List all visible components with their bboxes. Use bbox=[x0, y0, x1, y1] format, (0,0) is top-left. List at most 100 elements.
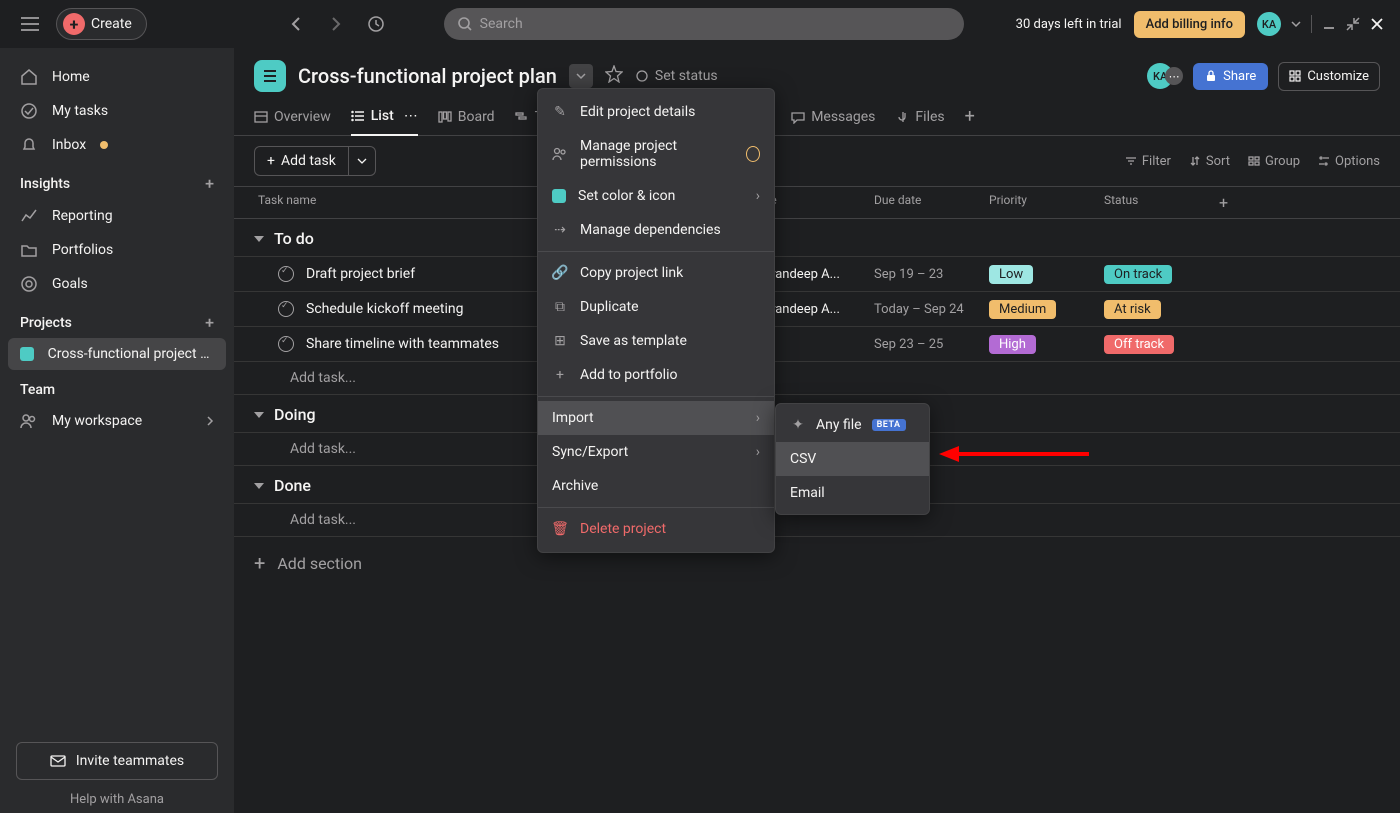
tab-files[interactable]: Files bbox=[895, 98, 944, 136]
submenu-email[interactable]: Email bbox=[776, 476, 929, 510]
task-priority[interactable]: Medium bbox=[989, 300, 1104, 319]
submenu-csv[interactable]: CSV bbox=[776, 442, 929, 476]
task-priority[interactable]: High bbox=[989, 335, 1104, 354]
nav-mytasks-label: My tasks bbox=[52, 103, 108, 119]
menu-delete[interactable]: 🗑Delete project bbox=[538, 512, 774, 546]
task-name: Schedule kickoff meeting bbox=[306, 301, 464, 317]
menu-permissions[interactable]: Manage project permissions bbox=[538, 129, 774, 179]
menu-color-icon[interactable]: Set color & icon› bbox=[538, 179, 774, 213]
tab-board[interactable]: Board bbox=[438, 98, 495, 136]
task-assignee[interactable]: arandeep A... bbox=[764, 267, 874, 282]
filter-button[interactable]: Filter bbox=[1125, 154, 1171, 169]
task-due[interactable]: Sep 19 – 23 bbox=[874, 267, 989, 282]
bell-icon bbox=[20, 136, 38, 154]
nav-forward[interactable] bbox=[320, 8, 352, 40]
col-status[interactable]: Status bbox=[1104, 193, 1219, 212]
nav-home[interactable]: Home bbox=[0, 60, 234, 94]
projects-header[interactable]: Projects + bbox=[0, 301, 234, 338]
task-assignee[interactable]: arandeep A... bbox=[764, 302, 874, 317]
import-submenu: ✦ Any file BETA CSV Email bbox=[775, 403, 930, 515]
share-button[interactable]: Share bbox=[1193, 63, 1268, 90]
col-due[interactable]: Due date bbox=[874, 193, 989, 212]
task-due[interactable]: Sep 23 – 25 bbox=[874, 337, 989, 352]
tab-overview[interactable]: Overview bbox=[254, 98, 331, 136]
task-priority[interactable]: Low bbox=[989, 265, 1104, 284]
group-button[interactable]: Group bbox=[1248, 154, 1300, 169]
add-task-button[interactable]: +Add task bbox=[254, 146, 349, 176]
collapse-icon[interactable] bbox=[1346, 17, 1360, 31]
sort-button[interactable]: Sort bbox=[1189, 154, 1230, 169]
nav-reporting[interactable]: Reporting bbox=[0, 199, 234, 233]
submenu-any-file[interactable]: ✦ Any file BETA bbox=[776, 408, 929, 442]
task-status[interactable]: Off track bbox=[1104, 335, 1219, 354]
task-status[interactable]: On track bbox=[1104, 265, 1219, 284]
add-section-button[interactable]: + Add section bbox=[234, 537, 1400, 589]
menu-edit-details[interactable]: ✎Edit project details bbox=[538, 95, 774, 129]
add-insight-button[interactable]: + bbox=[205, 174, 214, 193]
project-dropdown-toggle[interactable] bbox=[569, 64, 593, 88]
task-row[interactable]: Share timeline with teammates Sep 23 – 2… bbox=[234, 326, 1400, 361]
user-avatar[interactable]: KA bbox=[1257, 12, 1281, 36]
col-priority[interactable]: Priority bbox=[989, 193, 1104, 212]
invite-button[interactable]: Invite teammates bbox=[16, 742, 218, 780]
add-project-button[interactable]: + bbox=[205, 313, 214, 332]
chart-icon bbox=[20, 207, 38, 225]
menu-dependencies[interactable]: ⇢Manage dependencies bbox=[538, 213, 774, 247]
star-icon[interactable] bbox=[605, 65, 623, 87]
lock-icon bbox=[1205, 70, 1217, 82]
close-icon[interactable] bbox=[1370, 17, 1384, 31]
menu-toggle[interactable] bbox=[16, 10, 44, 38]
project-item[interactable]: Cross-functional project p... bbox=[8, 338, 226, 370]
complete-checkbox[interactable] bbox=[278, 301, 294, 317]
add-task-inline[interactable]: Add task... bbox=[234, 361, 1400, 395]
sparkle-icon: ✦ bbox=[790, 417, 806, 433]
minimize-icon[interactable] bbox=[1322, 17, 1336, 31]
nav-goals[interactable]: Goals bbox=[0, 267, 234, 301]
task-name: Draft project brief bbox=[306, 266, 415, 282]
menu-save-template[interactable]: ⊞Save as template bbox=[538, 324, 774, 358]
topbar: + Create Search 30 days left in trial Ad… bbox=[0, 0, 1400, 48]
insights-header[interactable]: Insights + bbox=[0, 162, 234, 199]
menu-archive[interactable]: Archive bbox=[538, 469, 774, 503]
customize-button[interactable]: Customize bbox=[1278, 62, 1380, 91]
col-assignee[interactable]: ee bbox=[764, 193, 874, 212]
more-members[interactable]: ⋯ bbox=[1165, 67, 1183, 85]
add-task-dropdown[interactable] bbox=[349, 146, 376, 176]
options-button[interactable]: Options bbox=[1318, 154, 1380, 169]
nav-back[interactable] bbox=[280, 8, 312, 40]
menu-sync-export[interactable]: Sync/Export› bbox=[538, 435, 774, 469]
menu-add-portfolio[interactable]: +Add to portfolio bbox=[538, 358, 774, 392]
task-due[interactable]: Today – Sep 24 bbox=[874, 302, 989, 317]
task-row[interactable]: Schedule kickoff meeting arandeep A... T… bbox=[234, 291, 1400, 326]
history-icon[interactable] bbox=[360, 8, 392, 40]
add-tab-button[interactable]: + bbox=[965, 98, 975, 136]
complete-checkbox[interactable] bbox=[278, 336, 294, 352]
nav-portfolios[interactable]: Portfolios bbox=[0, 233, 234, 267]
billing-button[interactable]: Add billing info bbox=[1134, 11, 1245, 38]
tab-messages[interactable]: Messages bbox=[791, 98, 875, 136]
add-column-button[interactable]: + bbox=[1219, 193, 1259, 212]
target-icon bbox=[20, 275, 38, 293]
search-input[interactable]: Search bbox=[444, 8, 964, 40]
set-status-button[interactable]: Set status bbox=[635, 68, 718, 84]
section-todo[interactable]: To do bbox=[234, 219, 1400, 256]
help-link[interactable]: Help with Asana bbox=[0, 792, 234, 813]
task-row[interactable]: Draft project brief arandeep A... Sep 19… bbox=[234, 256, 1400, 291]
create-button[interactable]: + Create bbox=[56, 8, 147, 40]
menu-import[interactable]: Import› bbox=[538, 401, 774, 435]
tab-list[interactable]: List⋯ bbox=[351, 98, 418, 136]
complete-checkbox[interactable] bbox=[278, 266, 294, 282]
workspace-item[interactable]: My workspace bbox=[0, 404, 234, 438]
project-header: Cross-functional project plan Set status… bbox=[234, 48, 1400, 98]
menu-copy-link[interactable]: 🔗Copy project link bbox=[538, 256, 774, 290]
people-icon bbox=[20, 412, 38, 430]
nav-inbox[interactable]: Inbox bbox=[0, 128, 234, 162]
chevron-down-icon[interactable] bbox=[1291, 20, 1301, 28]
team-header[interactable]: Team bbox=[0, 370, 234, 404]
nav-mytasks[interactable]: My tasks bbox=[0, 94, 234, 128]
menu-duplicate[interactable]: ⧉Duplicate bbox=[538, 290, 774, 324]
task-status[interactable]: At risk bbox=[1104, 300, 1219, 319]
chevron-down-icon bbox=[254, 482, 264, 490]
search-placeholder: Search bbox=[480, 16, 523, 32]
copy-icon: ⧉ bbox=[552, 299, 568, 315]
